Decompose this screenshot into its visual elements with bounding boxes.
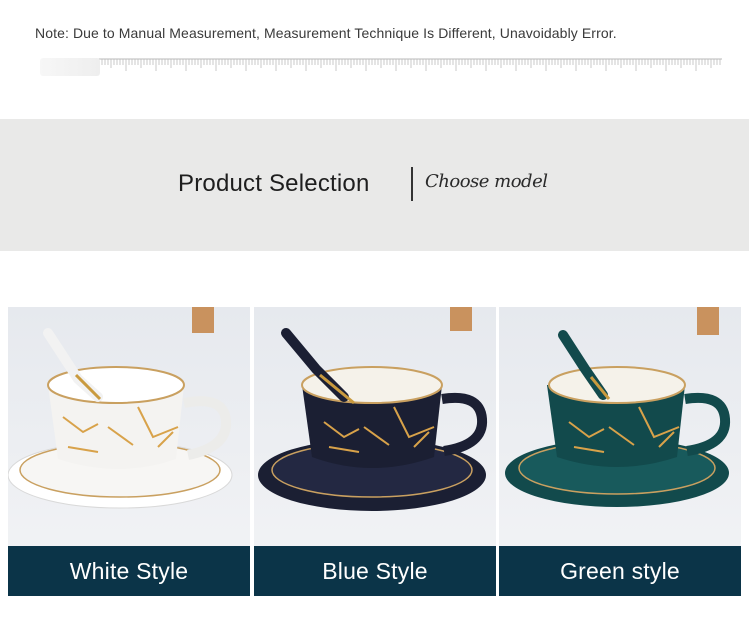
section-banner: [0, 119, 749, 251]
product-card-green[interactable]: Green style: [499, 307, 741, 596]
measurement-note: Note: Due to Manual Measurement, Measure…: [35, 25, 617, 41]
section-divider: [411, 167, 413, 201]
label-bar: Blue Style: [254, 546, 496, 596]
product-card-white[interactable]: White Style: [8, 307, 250, 596]
product-label: White Style: [69, 557, 189, 584]
section-title: Product Selection: [178, 170, 370, 197]
ruler-graphic: [40, 56, 725, 78]
product-card-blue[interactable]: Blue Style: [254, 307, 496, 596]
ruler-ticks: [95, 58, 722, 71]
ruler-fade: [40, 58, 100, 76]
label-bar: White Style: [8, 546, 250, 596]
section-subtitle: Choose model: [425, 171, 548, 192]
product-label: Blue Style: [322, 557, 428, 584]
product-label: Green style: [560, 557, 680, 584]
label-bar: Green style: [499, 546, 741, 596]
